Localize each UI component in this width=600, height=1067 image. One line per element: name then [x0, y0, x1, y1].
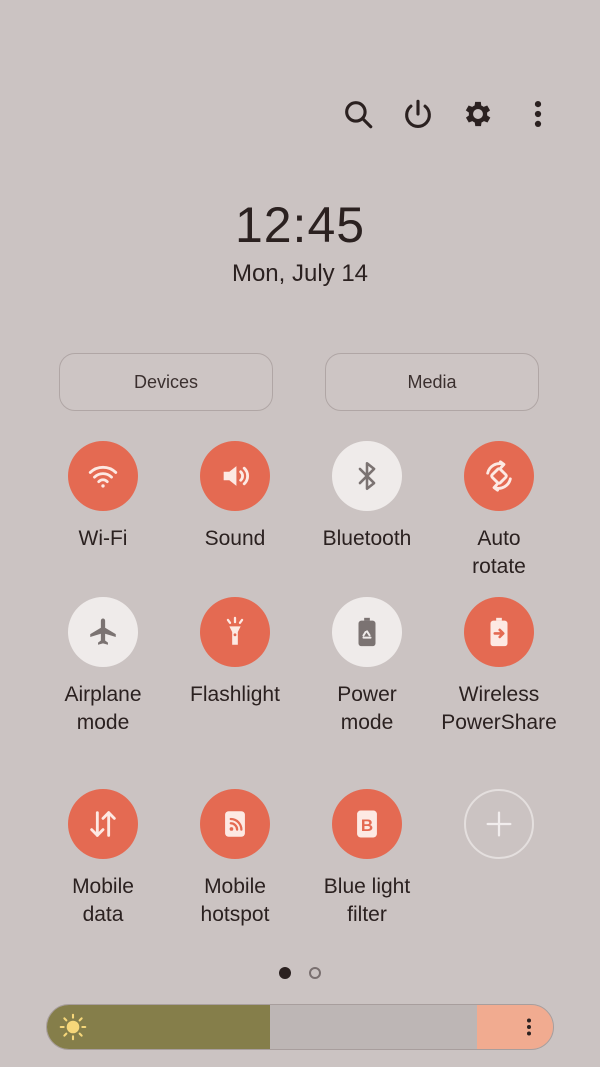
search-icon — [345, 101, 373, 129]
tile-airplane-mode-label: Airplane mode — [64, 683, 142, 734]
tile-sound-toggle[interactable] — [200, 441, 270, 511]
svg-text:B: B — [361, 816, 373, 835]
sun-icon — [59, 1013, 87, 1041]
tile-airplane-mode-toggle[interactable] — [68, 597, 138, 667]
brightness-more-button[interactable] — [513, 1011, 545, 1043]
tile-power-mode-toggle[interactable] — [332, 597, 402, 667]
more-button[interactable] — [508, 92, 568, 136]
devices-button[interactable]: Devices — [59, 353, 273, 411]
tile-mobile-hotspot[interactable]: Mobile hotspot — [169, 789, 301, 929]
tile-wireless-powershare-label: Wireless PowerShare — [441, 683, 557, 734]
tile-flashlight-label: Flashlight — [190, 683, 280, 706]
power-button[interactable] — [388, 92, 448, 136]
battery-recycle-icon — [358, 617, 376, 647]
more-vertical-icon — [534, 100, 542, 128]
rotate-icon — [486, 460, 512, 492]
wifi-icon — [88, 465, 118, 488]
tile-bluetooth[interactable]: Bluetooth — [301, 441, 433, 553]
top-actions — [328, 92, 568, 136]
speaker-icon — [223, 466, 249, 486]
tile-sound-label: Sound — [204, 527, 266, 550]
media-button[interactable]: Media — [325, 353, 539, 411]
tile-auto-rotate[interactable]: Auto rotate — [433, 441, 565, 581]
tile-bluetooth-toggle[interactable] — [332, 441, 402, 511]
tile-airplane-mode[interactable]: Airplane mode — [37, 597, 169, 737]
tile-auto-rotate-label: Auto rotate — [472, 527, 526, 578]
tile-blue-light-filter-toggle[interactable]: B — [332, 789, 402, 859]
tile-blue-light-filter-label: Blue light filter — [323, 875, 411, 926]
page-indicator — [0, 967, 600, 979]
tile-mobile-data-label: Mobile data — [72, 875, 134, 926]
add-tile-button[interactable] — [464, 789, 534, 859]
page-dot-1[interactable] — [279, 967, 291, 979]
airplane-icon — [90, 618, 116, 645]
tile-mobile-data-toggle[interactable] — [68, 789, 138, 859]
tile-wifi-label: Wi-Fi — [78, 527, 128, 550]
tile-bluetooth-label: Bluetooth — [322, 527, 412, 550]
page-dot-2[interactable] — [309, 967, 321, 979]
tile-wireless-powershare[interactable]: Wireless PowerShare — [433, 597, 565, 737]
bluetooth-icon — [358, 461, 376, 491]
tile-mobile-hotspot-label: Mobile hotspot — [200, 875, 270, 926]
tile-sound[interactable]: Sound — [169, 441, 301, 553]
clock-date[interactable]: Mon, July 14 — [0, 260, 600, 288]
flashlight-icon — [226, 616, 244, 645]
blue-light-filter-icon: B — [357, 810, 377, 838]
tile-power-mode[interactable]: Power mode — [301, 597, 433, 737]
more-vertical-icon — [527, 1018, 531, 1036]
gear-icon — [465, 101, 491, 127]
search-button[interactable] — [328, 92, 388, 136]
tile-wifi[interactable]: Wi-Fi — [37, 441, 169, 553]
tile-mobile-hotspot-toggle[interactable] — [200, 789, 270, 859]
tile-auto-rotate-toggle[interactable] — [464, 441, 534, 511]
tile-flashlight[interactable]: Flashlight — [169, 597, 301, 709]
clock-time[interactable]: 12:45 — [0, 196, 600, 254]
plus-icon — [486, 811, 512, 837]
tile-mobile-data[interactable]: Mobile data — [37, 789, 169, 929]
brightness-slider[interactable] — [46, 1004, 554, 1050]
power-icon — [405, 99, 431, 128]
hotspot-icon — [225, 811, 245, 837]
powershare-icon — [490, 617, 508, 647]
settings-button[interactable] — [448, 92, 508, 136]
tile-flashlight-toggle[interactable] — [200, 597, 270, 667]
tile-wifi-toggle[interactable] — [68, 441, 138, 511]
data-arrows-icon — [90, 811, 116, 837]
tile-add[interactable] — [433, 789, 565, 859]
tile-power-mode-label: Power mode — [337, 683, 397, 734]
tile-blue-light-filter[interactable]: B Blue light filter — [301, 789, 433, 929]
tile-wireless-powershare-toggle[interactable] — [464, 597, 534, 667]
